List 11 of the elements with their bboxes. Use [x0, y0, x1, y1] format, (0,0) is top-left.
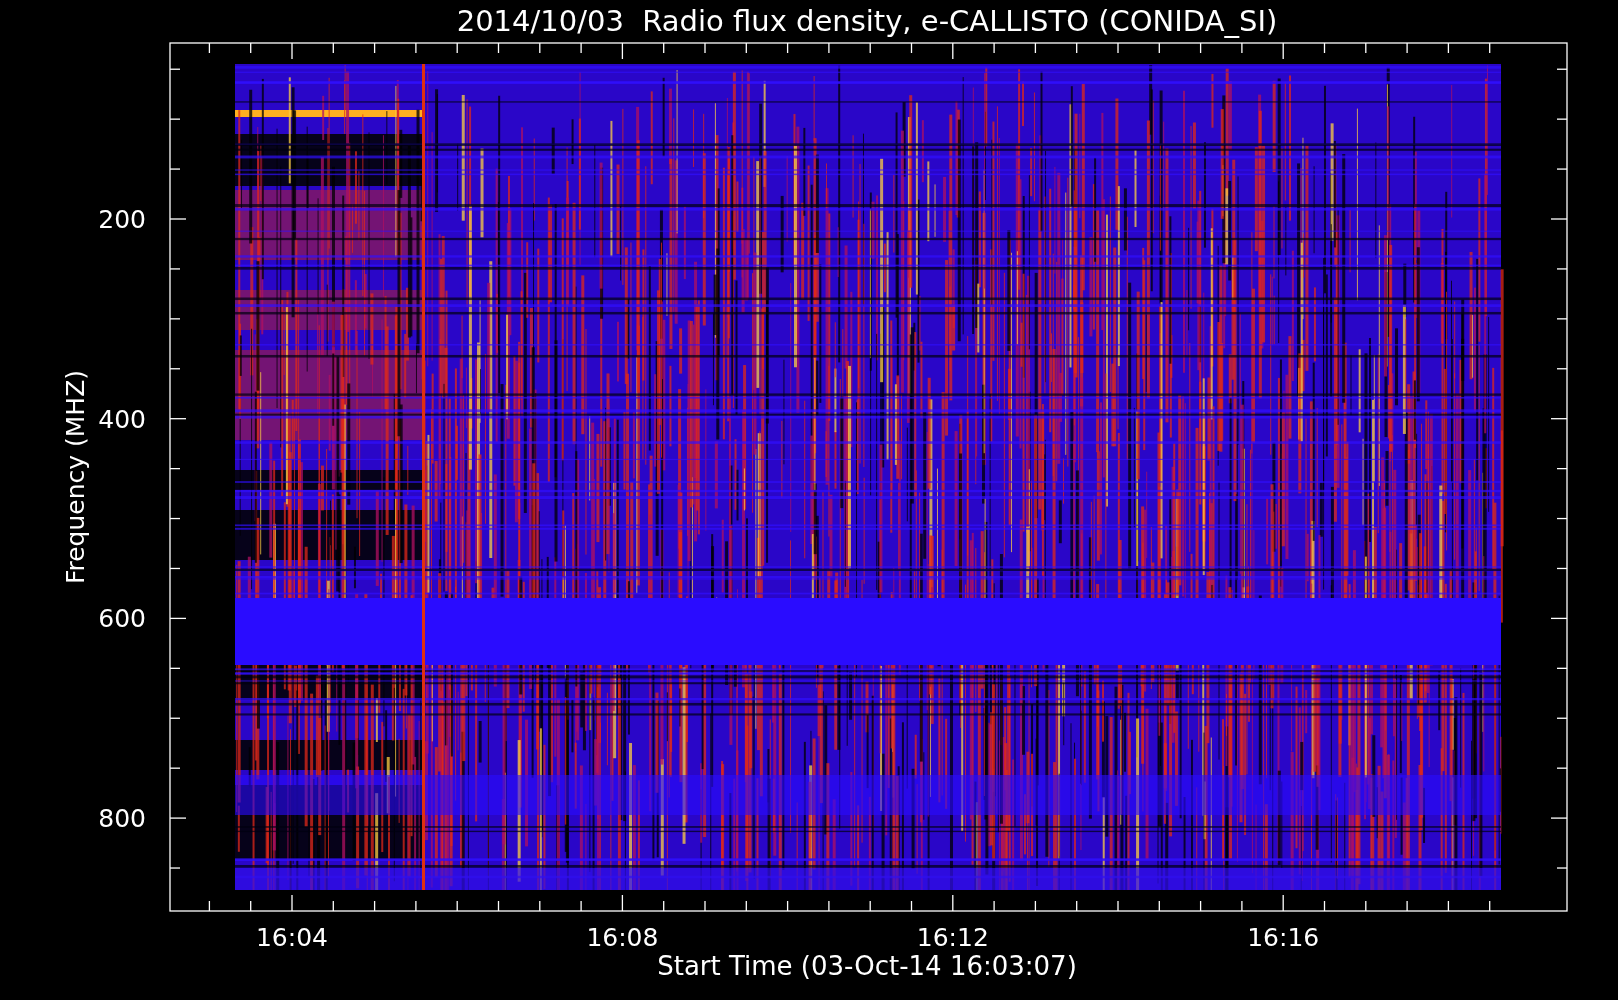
plot-title: 2014/10/03 Radio flux density, e-CALLISTO (CONIDA_SI): [456, 4, 1278, 38]
x-axis-label: Start Time (03-Oct-14 16:03:07): [657, 951, 1077, 981]
y-tick-label: 600: [98, 604, 146, 634]
x-tick-label: 16:04: [256, 923, 328, 952]
y-tick-label: 400: [98, 404, 146, 434]
x-tick-label: 16:16: [1247, 923, 1320, 952]
x-tick-label: 16:08: [586, 923, 659, 952]
y-tick-label: 200: [98, 205, 146, 234]
x-tick-label: 16:12: [916, 923, 989, 952]
y-tick-label: 800: [98, 804, 146, 834]
y-axis-label: Frequency (MHZ): [61, 369, 90, 585]
